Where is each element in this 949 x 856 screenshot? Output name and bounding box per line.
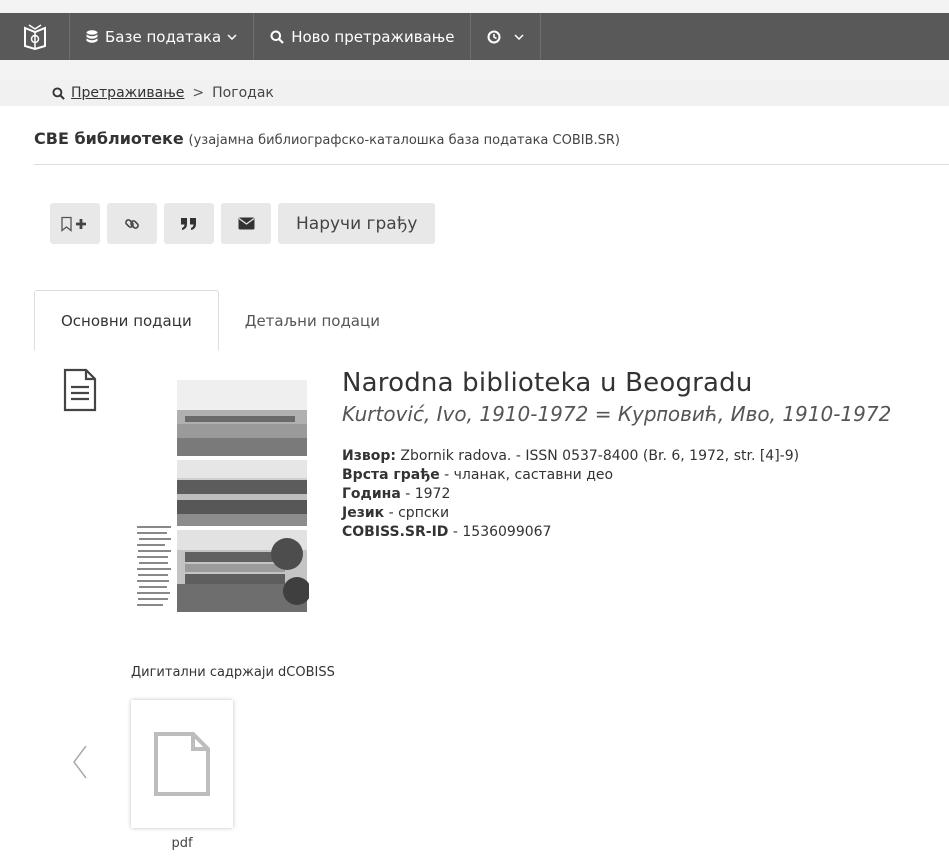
permalink-button[interactable]: [107, 203, 157, 244]
language-row: Језик - српски: [342, 504, 799, 523]
new-search-button[interactable]: Ново претраживање: [254, 13, 472, 60]
cite-button[interactable]: [164, 203, 214, 244]
envelope-icon: [238, 217, 254, 230]
record-toolbar: Наручи грађу: [50, 203, 436, 244]
document-icon: [62, 368, 98, 416]
carousel-prev-button[interactable]: [72, 745, 88, 783]
database-name: СВЕ библиотеке: [34, 129, 184, 148]
language-label: Језик: [342, 505, 385, 521]
divider: [34, 164, 949, 165]
databases-label: Базе података: [105, 27, 222, 46]
id-label: COBISS.SR-ID: [342, 524, 449, 540]
link-icon: [125, 218, 139, 229]
chevron-down-icon: [514, 33, 524, 40]
databases-menu[interactable]: Базе података: [70, 13, 255, 60]
type-label: Врста грађе: [342, 467, 440, 483]
cover-image[interactable]: [137, 376, 311, 613]
new-search-label: Ново претраживање: [291, 27, 455, 46]
type-row: Врста грађе - чланак, саставни део: [342, 466, 799, 485]
language-value: - српски: [384, 505, 450, 521]
breadcrumb-separator: >: [192, 85, 205, 101]
tab-detailed-data[interactable]: Детаљни подаци: [219, 290, 406, 351]
digital-contents-title: Дигитални садржаји dCOBISS: [131, 665, 335, 680]
year-value: - 1972: [400, 486, 451, 502]
clock-icon: [487, 30, 501, 43]
navbar: Базе података Ново претраживање: [0, 13, 949, 60]
add-bookmark-button[interactable]: [50, 203, 100, 244]
file-icon: [154, 732, 210, 796]
id-value: - 1536099067: [448, 524, 552, 540]
type-value: - чланак, саставни део: [439, 467, 614, 483]
breadcrumb: Претраживање > Погодак: [52, 80, 274, 106]
bookmark-plus-icon: [61, 216, 86, 232]
id-row: COBISS.SR-ID - 1536099067: [342, 523, 799, 542]
record-details: Извор: Zbornik radova. - ISSN 0537-8400 …: [342, 447, 799, 542]
database-subtitle: (узајамна библиографско-каталошка база п…: [188, 133, 620, 148]
pdf-file-card[interactable]: [131, 700, 233, 828]
source-label: Извор:: [342, 448, 396, 464]
year-label: Година: [342, 486, 401, 502]
database-icon: [86, 29, 98, 43]
search-icon: [270, 30, 284, 44]
email-button[interactable]: [221, 203, 271, 244]
page-title: СВЕ библиотеке (узајамна библиографско-к…: [34, 129, 620, 148]
record-tabs: Основни подаци Детаљни подаци: [34, 290, 949, 351]
record-author: Kurtović, Ivo, 1910-1972 = Курᴨовић, Иво…: [342, 402, 892, 426]
source-row: Извор: Zbornik radova. - ISSN 0537-8400 …: [342, 447, 799, 466]
quote-icon: [181, 217, 196, 230]
file-type-label: pdf: [171, 836, 193, 851]
record-title: Narodna biblioteka u Beogradu: [342, 368, 753, 398]
year-row: Година - 1972: [342, 485, 799, 504]
tab-basic-data[interactable]: Основни подаци: [34, 290, 219, 351]
history-menu[interactable]: [471, 13, 542, 60]
breadcrumb-search-link[interactable]: Претраживање: [71, 85, 184, 101]
breadcrumb-current: Погодак: [212, 85, 274, 101]
chevron-left-icon: [73, 745, 87, 779]
chevron-down-icon: [227, 33, 237, 40]
logo-icon[interactable]: [0, 13, 70, 60]
search-icon: [52, 86, 65, 100]
source-value: Zbornik radova. - ISSN 0537-8400 (Br. 6,…: [395, 448, 800, 464]
order-material-button[interactable]: Наручи грађу: [278, 203, 436, 244]
